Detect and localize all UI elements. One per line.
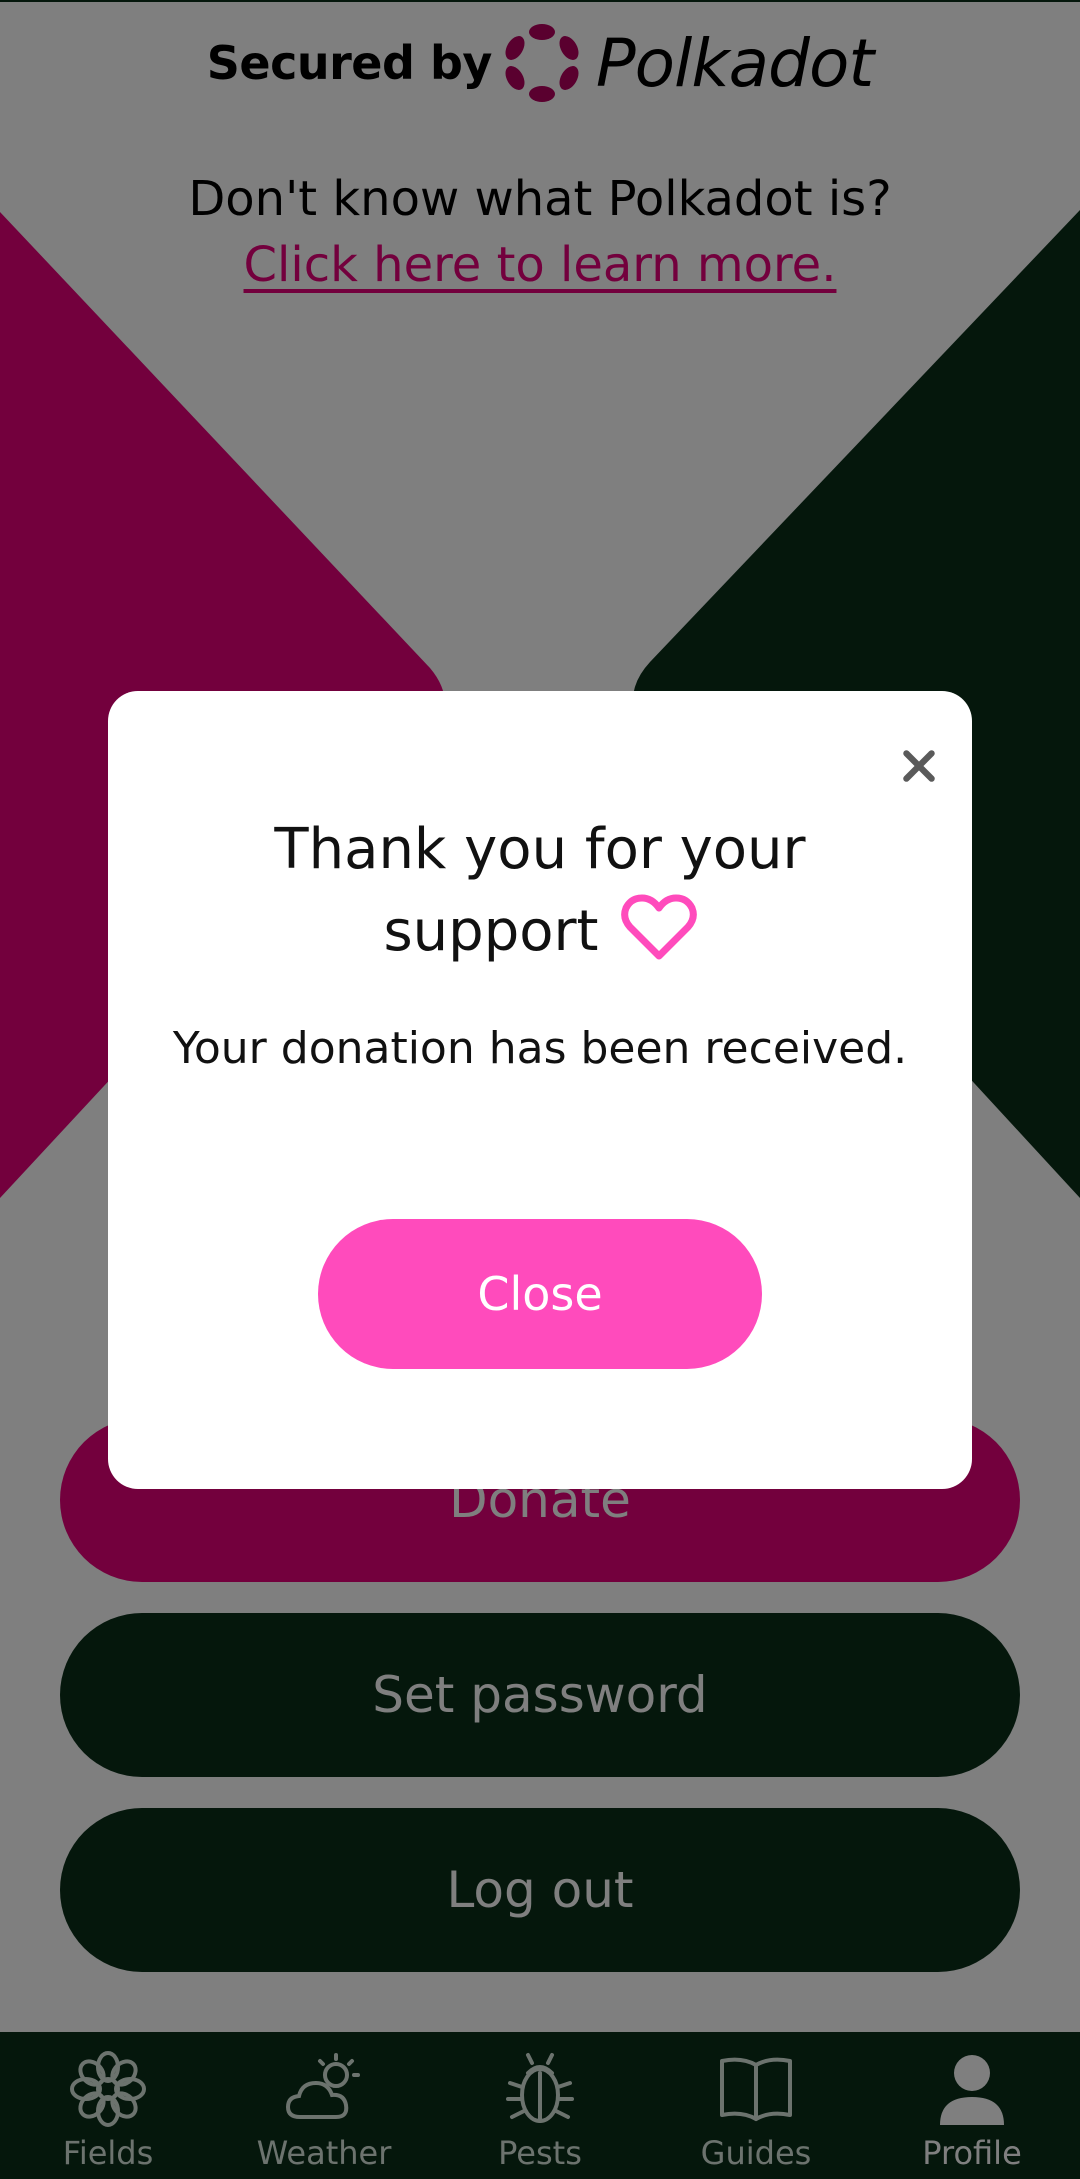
close-icon: [903, 750, 935, 782]
dialog-confirm-close-button[interactable]: Close: [318, 1219, 762, 1369]
donation-thanks-dialog: Thank you for your support Your donation…: [108, 691, 972, 1489]
dialog-close-button[interactable]: [894, 741, 944, 791]
dialog-message: Your donation has been received.: [172, 1023, 908, 1074]
heart-icon: [620, 894, 697, 960]
dialog-title: Thank you for your support: [168, 809, 912, 973]
dialog-title-text: Thank you for your support: [274, 817, 806, 964]
